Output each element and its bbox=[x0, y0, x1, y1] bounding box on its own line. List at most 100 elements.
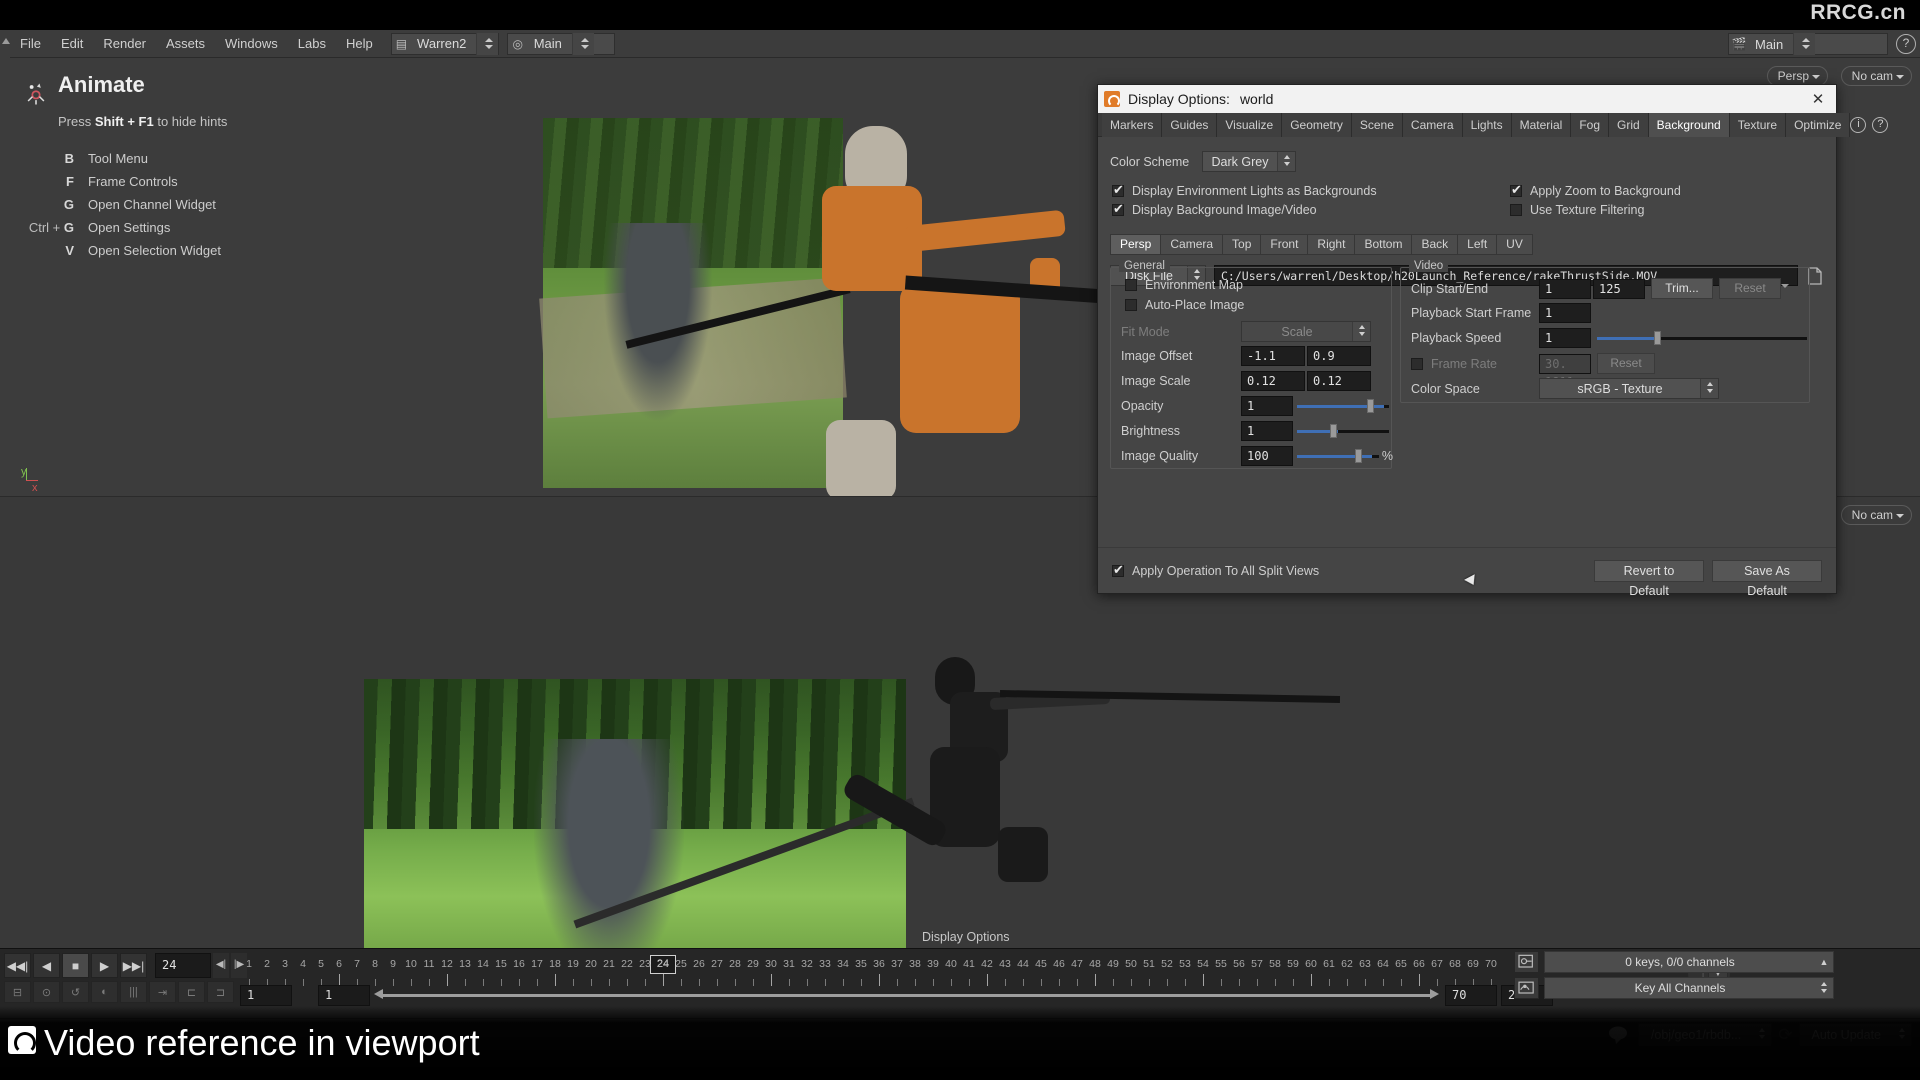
cb-texture-filter-box[interactable] bbox=[1510, 204, 1522, 216]
view-tab-right[interactable]: Right bbox=[1307, 234, 1355, 255]
view-tabs[interactable]: Persp Camera Top Front Right Bottom Back… bbox=[1110, 234, 1824, 255]
pane-selector-spinner[interactable] bbox=[571, 32, 594, 55]
tab-texture[interactable]: Texture bbox=[1729, 113, 1787, 137]
frame-step-back-icon[interactable]: ◀| bbox=[213, 953, 229, 978]
key-status-caret-icon[interactable]: ▲ bbox=[1815, 957, 1833, 967]
cb-bg-image-row[interactable]: Display Background Image/Video bbox=[1112, 201, 1317, 217]
play-button[interactable]: ▶ bbox=[91, 953, 118, 978]
pane-selector[interactable]: ◎ Main bbox=[506, 32, 615, 55]
menu-file[interactable]: File bbox=[10, 30, 51, 58]
global-start-input[interactable]: 1 bbox=[240, 985, 292, 1006]
tab-grid[interactable]: Grid bbox=[1609, 113, 1649, 137]
display-options-dialog[interactable]: Display Options: world ✕ Markers Guides V… bbox=[1097, 84, 1889, 598]
view-tab-top[interactable]: Top bbox=[1222, 234, 1261, 255]
tab-background[interactable]: Background bbox=[1648, 113, 1730, 137]
desktop-selector[interactable]: ▤ Warren2 bbox=[390, 32, 499, 55]
fit-mode-combo[interactable]: Scale bbox=[1241, 321, 1371, 342]
stop-button[interactable]: ■ bbox=[62, 953, 89, 978]
dialog-tabs[interactable]: Markers Guides Visualize Geometry Scene … bbox=[1098, 113, 1889, 137]
image-scale-x[interactable]: 0.12 bbox=[1241, 371, 1305, 391]
menu-windows[interactable]: Windows bbox=[215, 30, 288, 58]
playback-end-input[interactable]: 70 bbox=[1445, 985, 1497, 1006]
view-tab-bottom[interactable]: Bottom bbox=[1354, 234, 1412, 255]
range-row[interactable]: 1 1 70 240 bbox=[240, 985, 1553, 1006]
help-icon[interactable]: ? bbox=[1872, 116, 1889, 133]
help-circle-icon[interactable]: ? bbox=[1896, 34, 1916, 54]
timeline-tool-row[interactable]: ⊟ ⊙ ↺ ◐ ||| ⇥ ⊏ ⊐ bbox=[4, 981, 234, 1003]
frame-rate-value[interactable]: 30. 1811 bbox=[1539, 353, 1591, 389]
tab-markers[interactable]: Markers bbox=[1102, 113, 1163, 137]
cb-env-lights-box[interactable] bbox=[1112, 182, 1124, 198]
keychannels-icon[interactable] bbox=[1514, 951, 1539, 973]
playback-start-frame-value[interactable]: 1 bbox=[1539, 303, 1591, 323]
desktop-selector-spinner[interactable] bbox=[476, 32, 498, 55]
image-offset-x[interactable]: -1.1 bbox=[1241, 346, 1305, 366]
color-scheme-combo[interactable]: Dark Grey bbox=[1202, 151, 1296, 172]
cb-environment-map-row[interactable]: Environment Map bbox=[1125, 278, 1243, 292]
cb-frame-rate-box[interactable] bbox=[1411, 357, 1423, 370]
tab-material[interactable]: Material bbox=[1511, 113, 1572, 137]
menu-scroll-arrow[interactable] bbox=[0, 29, 10, 58]
trim-button[interactable]: Trim... bbox=[1651, 278, 1713, 299]
image-quality-slider[interactable] bbox=[1297, 449, 1379, 463]
viewport-camera-pill-bottom[interactable]: No cam bbox=[1840, 505, 1912, 525]
view-tab-front[interactable]: Front bbox=[1260, 234, 1308, 255]
cb-auto-place-row[interactable]: Auto-Place Image bbox=[1125, 298, 1244, 312]
revert-to-default-button[interactable]: Revert to Default bbox=[1594, 559, 1704, 598]
view-tab-left[interactable]: Left bbox=[1457, 234, 1497, 255]
playback-speed-value[interactable]: 1 bbox=[1539, 328, 1591, 348]
tab-visualize[interactable]: Visualize bbox=[1217, 113, 1283, 137]
key-icon-small[interactable]: ⊙ bbox=[33, 981, 60, 1003]
current-frame-input[interactable]: 24 bbox=[155, 953, 211, 978]
range-slider[interactable] bbox=[374, 985, 1439, 1006]
key-status-row[interactable]: 0 keys, 0/0 channels ▲ bbox=[1514, 951, 1914, 973]
save-as-default-button[interactable]: Save As Default bbox=[1712, 559, 1822, 598]
dialog-titlebar[interactable]: Display Options: world ✕ bbox=[1098, 85, 1836, 113]
menu-render[interactable]: Render bbox=[93, 30, 156, 58]
key-status-combo[interactable]: 0 keys, 0/0 channels ▲ bbox=[1544, 951, 1834, 973]
fit-mode-spinner[interactable] bbox=[1352, 322, 1370, 341]
cb-apply-zoom-box[interactable] bbox=[1510, 182, 1522, 198]
image-offset-y[interactable]: 0.9 bbox=[1307, 346, 1371, 366]
cb-apply-all-splits-box[interactable] bbox=[1112, 562, 1124, 578]
cb-bg-image-box[interactable] bbox=[1112, 201, 1124, 217]
key-controls[interactable]: 0 keys, 0/0 channels ▲ Key All Channels bbox=[1514, 951, 1914, 1003]
viewer-selector-spinner[interactable] bbox=[1793, 33, 1816, 55]
opacity-value[interactable]: 1 bbox=[1241, 396, 1293, 416]
brightness-value[interactable]: 1 bbox=[1241, 421, 1293, 441]
color-scheme-spinner[interactable] bbox=[1277, 152, 1295, 171]
opacity-slider[interactable] bbox=[1297, 399, 1389, 413]
viewport-persp-pill[interactable]: Persp bbox=[1766, 66, 1828, 86]
info-icon[interactable]: i bbox=[1850, 116, 1867, 133]
tab-camera[interactable]: Camera bbox=[1402, 113, 1463, 137]
transport-controls[interactable]: ◀◀| ◀ ■ ▶ ▶▶| 24 ◀| |▶ bbox=[4, 953, 247, 978]
cb-texture-filter-row[interactable]: Use Texture Filtering bbox=[1510, 203, 1644, 217]
cb-auto-place-box[interactable] bbox=[1125, 299, 1137, 311]
cb-apply-zoom-row[interactable]: Apply Zoom to Background bbox=[1510, 182, 1681, 198]
clip-reset-button[interactable]: Reset bbox=[1719, 278, 1781, 299]
jump-start-button[interactable]: ◀◀| bbox=[4, 953, 31, 978]
close-icon[interactable]: ✕ bbox=[1806, 90, 1830, 108]
playback-start-input[interactable]: 1 bbox=[318, 985, 370, 1006]
frame-rate-reset-button[interactable]: Reset bbox=[1597, 353, 1655, 374]
image-quality-value[interactable]: 100 bbox=[1241, 446, 1293, 466]
view-tab-back[interactable]: Back bbox=[1411, 234, 1458, 255]
brightness-slider[interactable] bbox=[1297, 424, 1389, 438]
menu-edit[interactable]: Edit bbox=[51, 30, 93, 58]
menu-assets[interactable]: Assets bbox=[156, 30, 215, 58]
key-mode-spinner[interactable] bbox=[1815, 978, 1833, 998]
menu-labs[interactable]: Labs bbox=[288, 30, 336, 58]
clip-end-value[interactable]: 125 bbox=[1593, 278, 1645, 299]
tab-geometry[interactable]: Geometry bbox=[1282, 113, 1352, 137]
tab-fog[interactable]: Fog bbox=[1571, 113, 1609, 137]
viewer-selector[interactable]: 🎬 Main bbox=[1728, 33, 1888, 55]
range-right-icon[interactable]: ⊐ bbox=[207, 981, 234, 1003]
cb-environment-map-box[interactable] bbox=[1125, 279, 1137, 291]
playback-speed-slider[interactable] bbox=[1597, 331, 1807, 345]
color-space-spinner[interactable] bbox=[1700, 379, 1718, 398]
audio-icon[interactable]: ||| bbox=[120, 981, 147, 1003]
image-scale-y[interactable]: 0.12 bbox=[1307, 371, 1371, 391]
view-tab-persp[interactable]: Persp bbox=[1110, 234, 1161, 255]
viewport-camera-pill-top[interactable]: No cam bbox=[1840, 66, 1912, 86]
clock-icon[interactable]: ◐ bbox=[91, 981, 118, 1003]
